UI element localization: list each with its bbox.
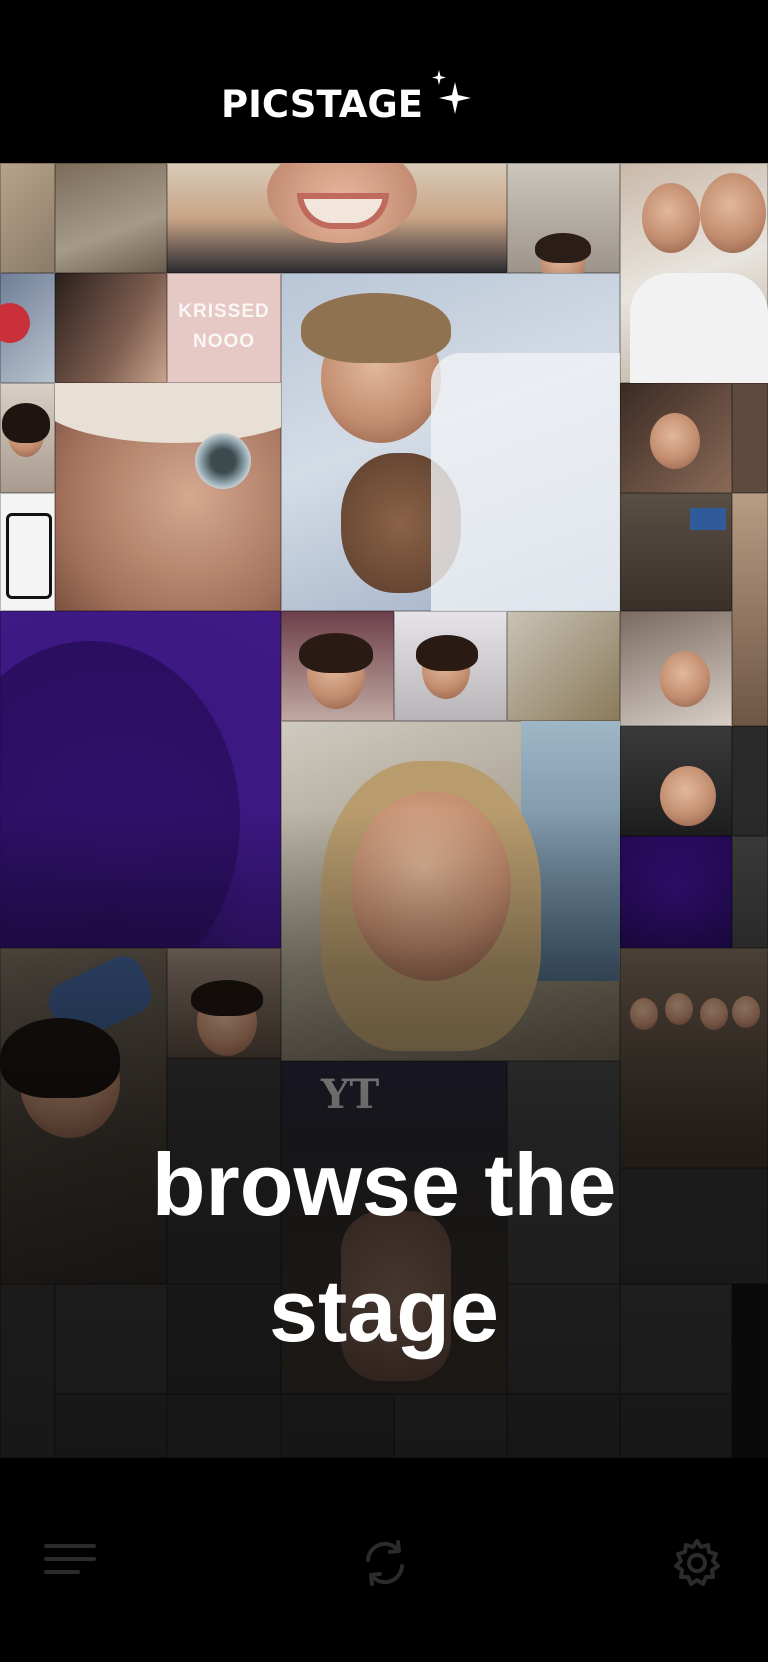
photo-tile[interactable]: KRISSED NOOO <box>167 273 281 383</box>
photo-tile[interactable] <box>0 273 55 383</box>
gear-icon[interactable] <box>670 1536 724 1590</box>
photo-tile[interactable] <box>0 383 55 493</box>
tile-caption-line2: NOOO <box>192 331 256 352</box>
photo-tile[interactable] <box>507 611 620 721</box>
photo-tile[interactable] <box>55 273 167 383</box>
headline-line1: browse the <box>151 1135 617 1234</box>
photo-tile[interactable] <box>620 836 732 948</box>
photo-tile[interactable] <box>394 1394 507 1458</box>
photo-tile[interactable] <box>167 163 507 273</box>
photo-tile[interactable] <box>620 611 732 726</box>
photo-tile[interactable] <box>620 1394 732 1458</box>
photo-tile[interactable] <box>732 493 768 726</box>
headline: browse the stage <box>0 1122 768 1374</box>
photo-tile[interactable] <box>281 1394 394 1458</box>
app-header: PICSTAGE <box>0 0 768 163</box>
menu-icon[interactable] <box>44 1543 98 1577</box>
photo-tile[interactable] <box>620 493 732 611</box>
photo-tile[interactable] <box>0 611 281 948</box>
sparkle-icon <box>432 70 472 114</box>
photo-tile[interactable] <box>281 721 620 1061</box>
photo-tile[interactable] <box>0 163 55 273</box>
photo-tile[interactable] <box>732 383 768 493</box>
picstage-logo: PICSTAGE <box>221 70 477 126</box>
photo-tile[interactable] <box>55 163 167 273</box>
photo-tile[interactable] <box>55 1394 167 1458</box>
tile-caption-line1: KRISSED <box>178 301 270 322</box>
photo-tile[interactable] <box>732 726 768 836</box>
photo-tile[interactable] <box>281 273 620 611</box>
photo-tile[interactable] <box>732 836 768 948</box>
refresh-icon[interactable] <box>358 1536 412 1590</box>
photo-tile[interactable] <box>281 611 394 721</box>
photo-tile[interactable] <box>167 1394 281 1458</box>
photo-tile[interactable] <box>0 493 55 611</box>
photo-tile[interactable] <box>620 163 768 383</box>
photo-tile[interactable] <box>620 383 732 493</box>
photo-tile[interactable] <box>620 726 732 836</box>
brand-name: PICSTAGE <box>221 82 424 126</box>
photo-tile[interactable] <box>167 948 281 1058</box>
photo-tile[interactable] <box>394 611 507 721</box>
photo-tile[interactable] <box>55 383 281 611</box>
bottom-nav <box>0 1458 768 1662</box>
photo-tile[interactable] <box>507 163 620 273</box>
photo-tile[interactable] <box>507 1394 620 1458</box>
headline-line2: stage <box>269 1261 499 1360</box>
